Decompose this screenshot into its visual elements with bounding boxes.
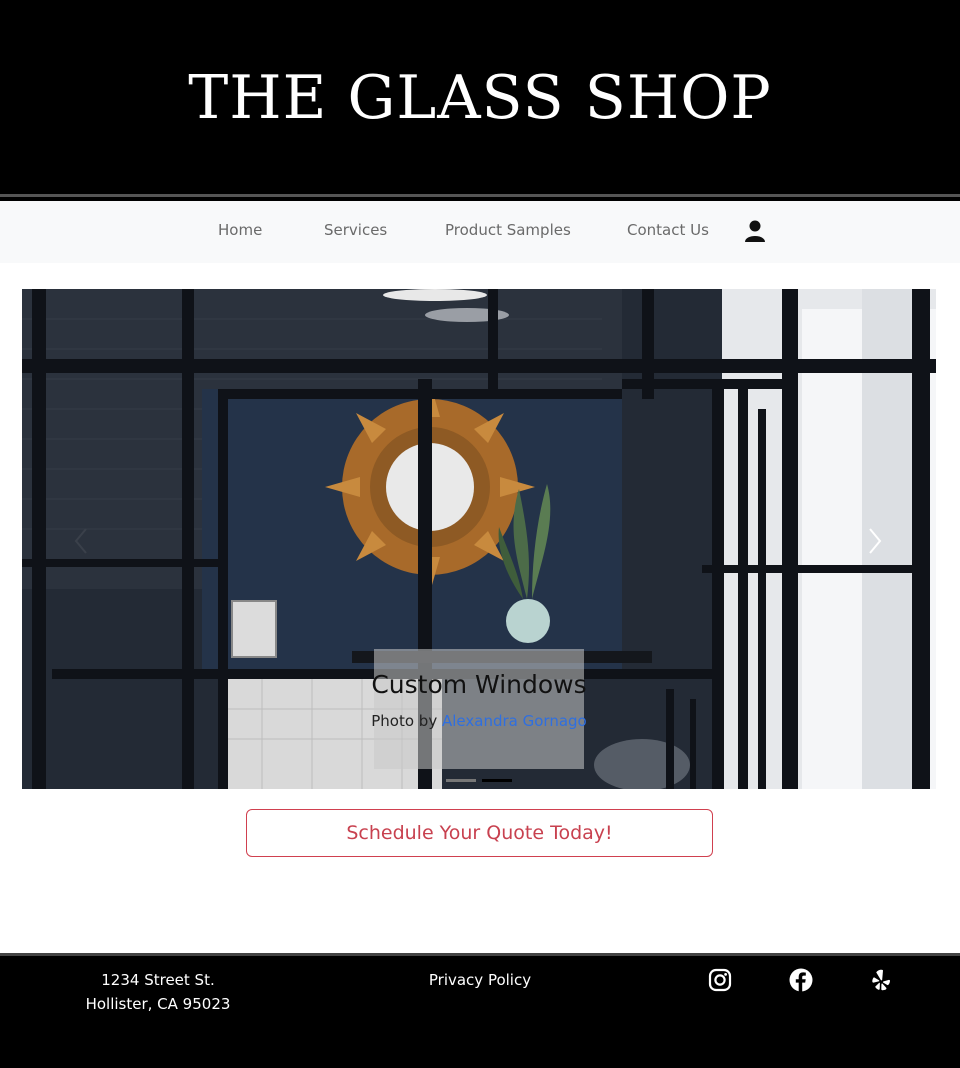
photo-credit: Photo by Alexandra Gornago [22,711,936,731]
nav-contact-us[interactable]: Contact Us [627,220,709,240]
address-line-1: 1234 Street St. [101,971,215,989]
top-banner: THE GLASS SHOP [0,0,960,194]
carousel-indicator-1[interactable] [446,779,476,782]
chevron-left-icon[interactable] [70,521,92,561]
facebook-icon[interactable] [789,968,813,992]
user-icon[interactable] [744,219,766,243]
address-line-2: Hollister, CA 95023 [85,995,231,1013]
privacy-policy-link[interactable]: Privacy Policy [380,968,580,992]
nav-product-samples[interactable]: Product Samples [445,220,571,240]
navbar: Home Services Product Samples Contact Us [0,201,960,263]
nav-services[interactable]: Services [324,220,387,240]
chevron-right-icon[interactable] [864,521,886,561]
yelp-icon[interactable] [869,968,893,992]
nav-home[interactable]: Home [218,220,262,240]
photo-credit-prefix: Photo by [371,712,438,730]
footer-address: 1234 Street St. Hollister, CA 95023 [60,968,256,1016]
carousel-indicator-2[interactable] [482,779,512,782]
site-title: THE GLASS SHOP [188,63,772,133]
slide-title: Custom Windows [371,670,587,699]
schedule-quote-button[interactable]: Schedule Your Quote Today! [246,809,713,857]
photo-credit-link[interactable]: Alexandra Gornago [442,712,587,730]
footer: 1234 Street St. Hollister, CA 95023 Priv… [0,956,960,1068]
instagram-icon[interactable] [708,968,732,992]
caption-background [374,649,584,769]
image-carousel: Custom Windows Photo by Alexandra Gornag… [22,289,936,789]
